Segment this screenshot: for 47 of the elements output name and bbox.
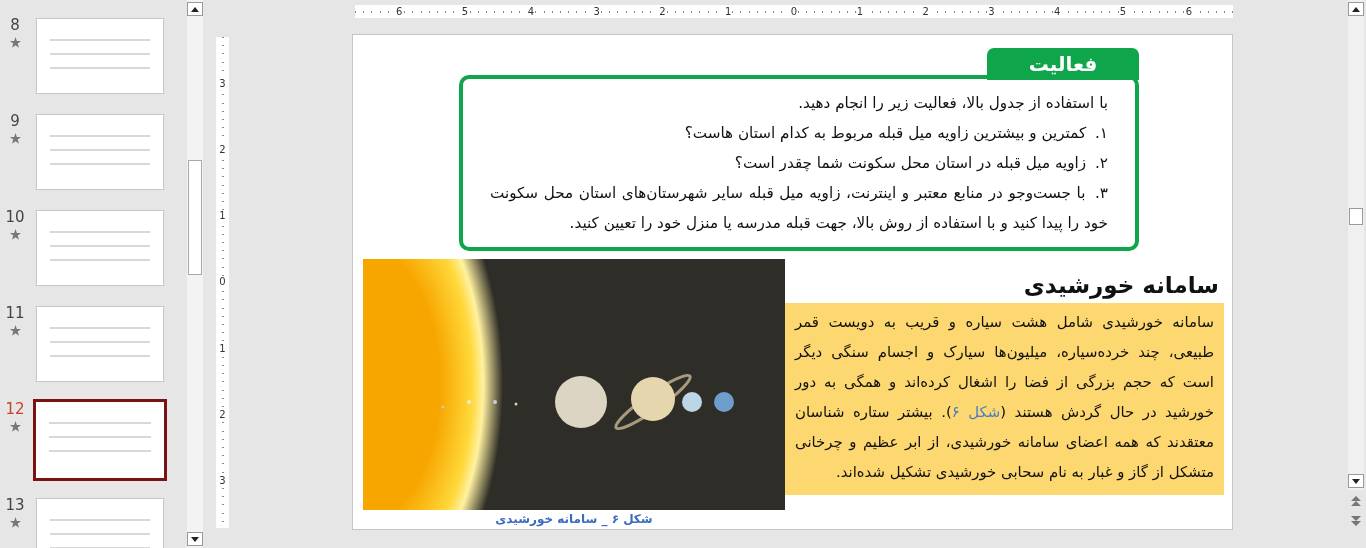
question-text: ۳. با جست‌وجو در منابع معتبر و اینترنت، زاویه میل قبله سایر شهرستان‌های استان محل سکونت خود را پیدا کنید و با استفاده از روش بالا، جهت قبله مدرسه یا منزل خود را تعیین کنید. <box>490 183 1108 235</box>
slide-number: 10 <box>5 208 25 226</box>
scrollbar[interactable] <box>187 0 203 548</box>
scroll-down-button[interactable] <box>1348 474 1364 488</box>
previous-slide-icon[interactable] <box>1351 496 1361 508</box>
next-slide-icon[interactable] <box>1351 514 1361 526</box>
question-text: ۱. کمترین و بیشترین زاویه میل قبله مربوط به کدام استان هاست؟ <box>683 123 1108 144</box>
ruler-number: 4 <box>1053 5 1062 18</box>
caret-down-icon <box>1352 478 1360 484</box>
ruler-number: 0 <box>789 5 799 18</box>
ruler-number: 1 <box>218 342 227 355</box>
scrollbar[interactable] <box>1348 0 1364 490</box>
ruler-number: 3 <box>218 78 227 90</box>
ruler-number: 3 <box>218 474 227 487</box>
ruler-number: 6 <box>395 5 404 18</box>
scroll-thumb[interactable] <box>188 160 202 275</box>
ruler-number: 2 <box>218 408 227 421</box>
slide-number: 12 <box>5 400 25 418</box>
caret-up-icon <box>1352 6 1360 12</box>
paragraph-text: سامانه خورشیدی شامل هشت سیاره و قریب به دویست قمر طبیعی، چند خرده‌سیاره، میلیون‌ها سیارک و اجسام سنگی دیگر است که حجم بزرگی از فضا را اشغال کرده‌اند و همگی به دور خورشید در حال گردش هستند (شکل ۶). بیشتر ستاره شناسان معتقدند که همه اعضای سامانه خورشیدی، از ابر عظیم و چرخانی متشکل از گاز و غبار به نام سحابی خورشیدی تشکیل شده‌اند. <box>795 312 1214 483</box>
ruler-number: 1 <box>724 5 733 18</box>
slide-number: 13 <box>5 496 25 514</box>
ruler-number: 3 <box>987 5 996 18</box>
scroll-up-button[interactable] <box>187 2 203 16</box>
slide-number: 8 <box>10 16 20 34</box>
scroll-thumb[interactable] <box>1349 208 1363 225</box>
slide-number: 11 <box>5 304 25 322</box>
ruler-number: 5 <box>460 5 470 18</box>
section-heading: سامانه خورشیدی <box>1022 271 1219 301</box>
ruler-number: 3 <box>592 5 601 18</box>
slide-number: 9 <box>10 112 20 130</box>
ruler-number: 5 <box>1118 5 1128 18</box>
figure-caption: شکل ۶ _ سامانه خورشیدی <box>495 511 653 528</box>
activity-title: فعالیت <box>987 48 1139 80</box>
scroll-down-button[interactable] <box>187 532 203 546</box>
ruler-number: 2 <box>658 5 667 18</box>
figure-link[interactable]: شکل ۶ <box>951 403 1001 421</box>
slide-thumbnail[interactable] <box>33 399 167 481</box>
question-text: ۲. زاویه میل قبله در استان محل سکونت شما چقدر است؟ <box>733 153 1108 174</box>
ruler-number: 2 <box>921 5 930 18</box>
instruction-text: با استفاده از جدول بالا، فعالیت زیر را انجام دهید. <box>797 93 1108 114</box>
ruler-number: 6 <box>1184 5 1193 18</box>
scroll-up-button[interactable] <box>1348 2 1364 16</box>
ruler-number: 1 <box>855 5 864 18</box>
ruler-number: 4 <box>526 5 536 18</box>
caret-up-icon <box>191 6 199 12</box>
caret-down-icon <box>191 536 199 542</box>
